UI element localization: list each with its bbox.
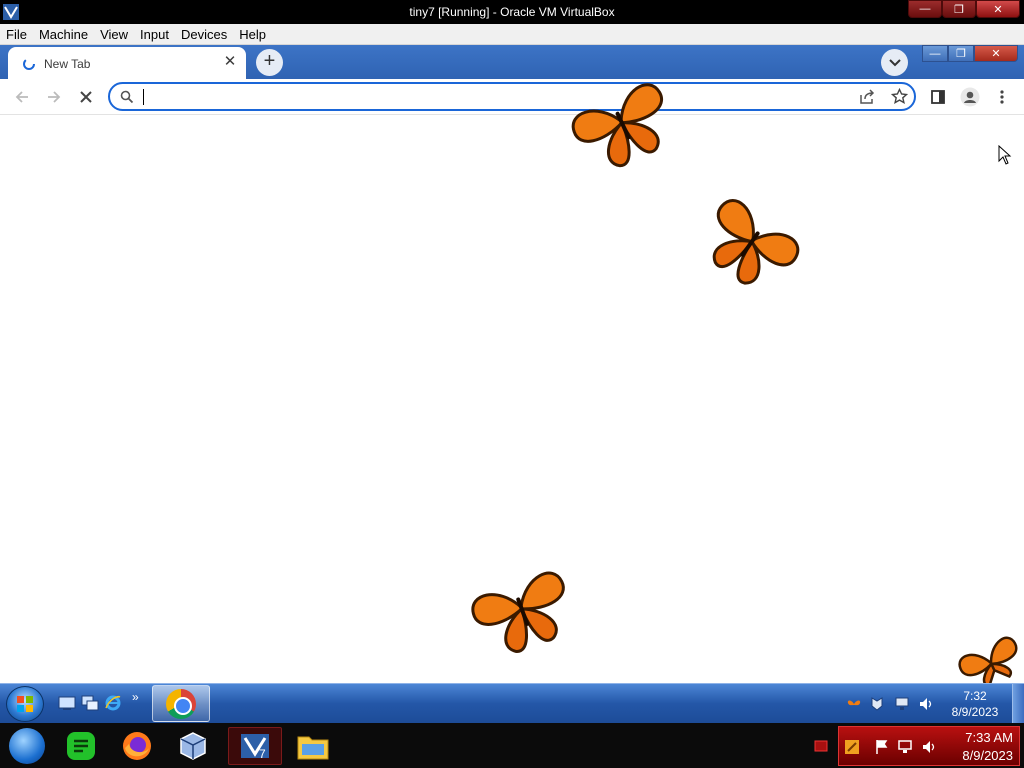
butterfly-image — [712, 199, 800, 285]
close-icon: ✕ — [993, 3, 1003, 16]
plus-icon: + — [263, 50, 276, 72]
window-title: tiny7 [Running] - Oracle VM VirtualBox — [409, 5, 615, 19]
show-desktop-button[interactable] — [1012, 684, 1024, 724]
restore-icon: ❐ — [956, 48, 966, 60]
restore-icon: ❐ — [954, 3, 964, 16]
guest-screen: New Tab ✕ + — ❐ ✕ » 7:32 8/9/2023 — [0, 45, 1024, 768]
side-panel-icon — [931, 90, 945, 104]
guest-clock-date: 8/9/2023 — [951, 705, 999, 719]
search-icon — [120, 90, 134, 104]
virtualbox-menubar: File Machine View Input Devices Help — [0, 24, 1024, 45]
bookmark-star-icon[interactable] — [891, 88, 908, 105]
tab-title: New Tab — [44, 57, 91, 71]
network-icon[interactable] — [894, 696, 910, 712]
folder-icon — [297, 736, 329, 760]
host-taskbar-virtualbox[interactable] — [166, 727, 220, 765]
text-caret — [143, 89, 144, 105]
butterfly-image — [471, 571, 565, 653]
mouse-cursor-icon — [998, 145, 1012, 165]
tab-new-tab[interactable]: New Tab ✕ — [8, 47, 246, 79]
quick-launch-overflow-icon[interactable]: » — [132, 690, 139, 704]
volume-icon[interactable] — [918, 696, 934, 712]
tab-search-button[interactable] — [881, 49, 908, 76]
host-system-tray: 7:33 AM 8/9/2023 — [838, 726, 1020, 766]
minimize-icon: — — [919, 3, 931, 15]
host-taskbar-firefox[interactable] — [110, 727, 164, 765]
guest-taskbar: » 7:32 8/9/2023 — [0, 683, 1024, 724]
host-clock-date: 8/9/2023 — [962, 748, 1013, 763]
chrome-minimize-button[interactable]: — — [922, 45, 948, 62]
minimize-button[interactable]: — — [908, 0, 942, 18]
action-center-flag-icon[interactable] — [874, 739, 890, 755]
menu-devices[interactable]: Devices — [175, 24, 233, 45]
tab-close-icon[interactable]: ✕ — [222, 54, 238, 70]
menu-file[interactable]: File — [0, 24, 33, 45]
address-input[interactable] — [142, 87, 842, 107]
action-center-icon[interactable] — [869, 696, 885, 712]
window-controls: — ❐ ✕ — [908, 0, 1020, 18]
chrome-logo-icon — [166, 689, 196, 719]
butterfly-image — [958, 636, 1018, 683]
tray-app-icon[interactable] — [844, 739, 860, 755]
new-tab-button[interactable]: + — [256, 49, 283, 76]
chrome-tabstrip: New Tab ✕ + — ❐ ✕ — [0, 45, 1024, 79]
switch-windows-icon[interactable] — [81, 694, 99, 712]
butterfly-image — [571, 83, 663, 168]
host-start-button[interactable] — [0, 727, 54, 765]
back-arrow-icon — [15, 91, 28, 103]
tray-alert-icon[interactable] — [814, 740, 828, 752]
menu-machine[interactable]: Machine — [33, 24, 94, 45]
host-taskbar-notes-app[interactable] — [54, 727, 108, 765]
butterfly-tray-icon[interactable] — [846, 696, 862, 712]
volume-icon[interactable] — [921, 739, 937, 755]
firefox-icon — [123, 732, 151, 760]
chrome-menu-button[interactable] — [991, 86, 1013, 108]
loading-spinner-icon — [23, 58, 35, 70]
forward-button[interactable] — [43, 86, 65, 108]
notes-app-icon — [67, 732, 95, 760]
menu-view[interactable]: View — [94, 24, 134, 45]
windows7-vm-icon: 7 — [241, 734, 269, 761]
internet-explorer-icon[interactable] — [104, 694, 122, 712]
kebab-menu-icon — [1000, 90, 1004, 104]
omnibox[interactable] — [108, 82, 916, 111]
close-button[interactable]: ✕ — [976, 0, 1020, 18]
host-taskbar: 7 7:33 AM 8/9/2023 — [0, 723, 1024, 768]
taskbar-chrome-button[interactable] — [152, 685, 210, 722]
share-icon[interactable] — [859, 89, 875, 105]
show-desktop-icon[interactable] — [58, 694, 76, 712]
host-clock-time: 7:33 AM — [965, 730, 1013, 745]
back-button[interactable] — [11, 86, 33, 108]
host-start-orb-icon — [9, 728, 45, 764]
host-clock[interactable]: 7:33 AM 8/9/2023 — [962, 729, 1013, 765]
virtualbox-icon — [180, 732, 206, 760]
chrome-close-button[interactable]: ✕ — [974, 45, 1018, 62]
profile-button[interactable] — [959, 86, 981, 108]
chrome-restore-button[interactable]: ❐ — [948, 45, 974, 62]
stop-loading-button[interactable] — [75, 86, 97, 108]
host-taskbar-tiny7-vm[interactable]: 7 — [228, 727, 282, 765]
chrome-window-controls: — ❐ ✕ — [922, 45, 1018, 62]
virtualbox-titlebar: tiny7 [Running] - Oracle VM VirtualBox —… — [0, 0, 1024, 24]
start-button[interactable] — [6, 686, 44, 722]
menu-input[interactable]: Input — [134, 24, 175, 45]
host-taskbar-file-explorer[interactable] — [286, 727, 340, 765]
forward-arrow-icon — [48, 91, 61, 103]
network-icon[interactable] — [897, 739, 913, 755]
windows-logo-icon — [17, 696, 33, 712]
chevron-down-icon — [888, 58, 901, 66]
stop-x-icon — [80, 91, 92, 103]
svg-text:7: 7 — [259, 747, 266, 761]
guest-clock-time: 7:32 — [963, 689, 987, 703]
minimize-icon: — — [929, 47, 941, 60]
guest-clock[interactable]: 7:32 8/9/2023 — [944, 688, 1006, 720]
profile-avatar-icon — [960, 87, 980, 107]
menu-help[interactable]: Help — [233, 24, 272, 45]
close-icon: ✕ — [991, 48, 1001, 60]
side-panel-button[interactable] — [927, 86, 949, 108]
restore-button[interactable]: ❐ — [942, 0, 976, 18]
chrome-toolbar — [0, 79, 1024, 115]
